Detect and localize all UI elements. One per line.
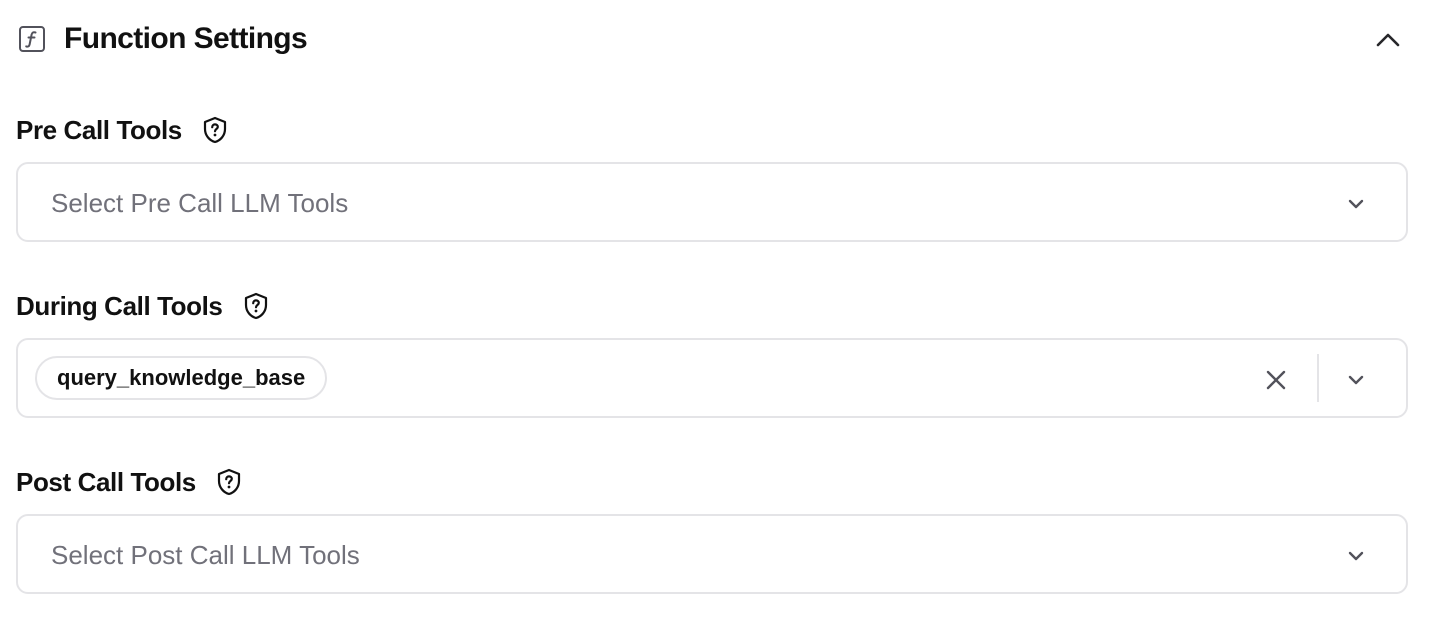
- chevron-down-icon[interactable]: [1338, 362, 1374, 398]
- chevron-down-icon[interactable]: [1338, 186, 1374, 222]
- during-call-tools-select[interactable]: query_knowledge_base: [16, 338, 1408, 418]
- post-call-tools-label: Post Call Tools: [16, 466, 244, 498]
- section-title: Function Settings: [64, 22, 308, 55]
- post-call-tools-label-text: Post Call Tools: [16, 467, 196, 497]
- during-call-tools-label-text: During Call Tools: [16, 291, 223, 321]
- chevron-down-icon[interactable]: [1338, 538, 1374, 574]
- during-call-tools-label: During Call Tools: [16, 290, 271, 322]
- shield-question-icon[interactable]: [200, 115, 230, 145]
- selected-tool-chip[interactable]: query_knowledge_base: [35, 356, 328, 400]
- shield-question-icon[interactable]: [241, 291, 271, 321]
- function-settings-panel: Function Settings Pre Call Tools Select …: [0, 0, 1432, 628]
- pre-call-tools-label: Pre Call Tools: [16, 114, 230, 146]
- function-settings-header[interactable]: Function Settings: [0, 0, 1432, 80]
- chevron-up-icon[interactable]: [1368, 20, 1408, 60]
- function-icon: [18, 25, 46, 53]
- close-icon[interactable]: [1256, 360, 1296, 400]
- pre-call-tools-placeholder: Select Pre Call LLM Tools: [51, 188, 349, 218]
- divider: [1317, 354, 1319, 402]
- pre-call-tools-select[interactable]: Select Pre Call LLM Tools: [16, 162, 1408, 242]
- shield-question-icon[interactable]: [214, 467, 244, 497]
- pre-call-tools-label-text: Pre Call Tools: [16, 115, 182, 145]
- post-call-tools-select[interactable]: Select Post Call LLM Tools: [16, 514, 1408, 594]
- post-call-tools-placeholder: Select Post Call LLM Tools: [51, 540, 360, 570]
